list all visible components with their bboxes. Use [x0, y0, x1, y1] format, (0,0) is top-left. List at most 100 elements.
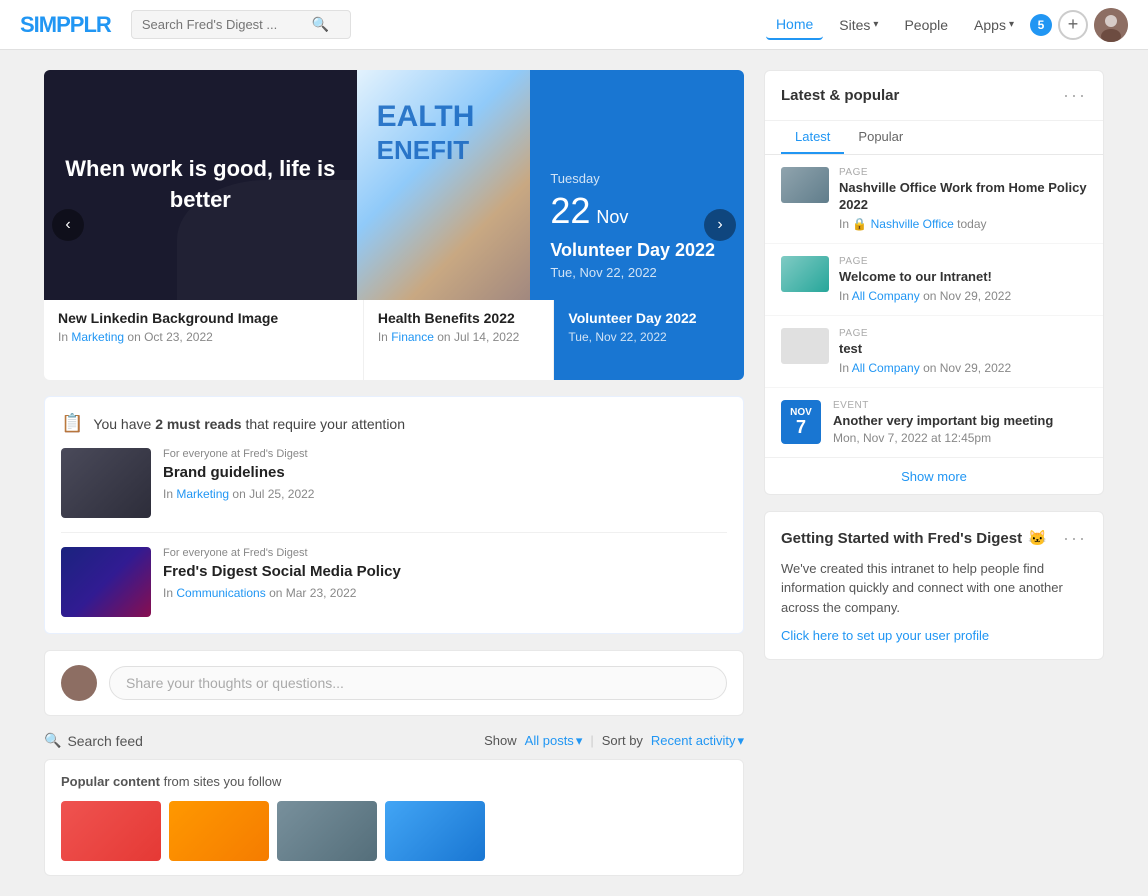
caption-3: Volunteer Day 2022 Tue, Nov 22, 2022: [554, 300, 744, 380]
user-avatar[interactable]: [1094, 8, 1128, 42]
nav-home[interactable]: Home: [766, 10, 823, 40]
nav-people[interactable]: People: [894, 11, 958, 39]
search-input[interactable]: [142, 17, 312, 32]
must-read-item: For everyone at Fred's Digest Brand guid…: [61, 448, 727, 533]
search-feed-title: 🔍 Search feed: [44, 732, 143, 749]
carousel-slides: When work is good, life is better EALTHE…: [44, 70, 744, 300]
latest-thumb-3: [781, 328, 829, 364]
slide3-caption-date: Tue, Nov 22, 2022: [568, 330, 730, 344]
latest-thumb-2: [781, 256, 829, 292]
slide3-caption-title: Volunteer Day 2022: [568, 310, 730, 326]
show-more-link[interactable]: Show more: [901, 469, 967, 484]
latest-tag-1: PAGE: [839, 167, 1087, 178]
latest-title-3[interactable]: test: [839, 341, 1087, 358]
nav-sites[interactable]: Sites ▾: [829, 11, 888, 39]
latest-info-2: PAGE Welcome to our Intranet! In All Com…: [839, 256, 1087, 303]
event-info: EVENT Another very important big meeting…: [833, 400, 1087, 445]
popular-thumb-2[interactable]: [169, 801, 269, 861]
share-avatar: [61, 665, 97, 701]
slide3-event-date: Tue, Nov 22, 2022: [550, 265, 656, 280]
carousel-prev-button[interactable]: ‹: [52, 209, 84, 241]
latest-thumb-1: [781, 167, 829, 203]
getting-started-header: Getting Started with Fred's Digest 🐱 ···: [781, 528, 1087, 549]
slide1-category[interactable]: Marketing: [71, 330, 124, 344]
carousel-slide-3: Tuesday 22 Nov Volunteer Day 2022 Tue, N…: [530, 70, 744, 300]
latest-title-2[interactable]: Welcome to our Intranet!: [839, 269, 1087, 286]
must-read-info-1: For everyone at Fred's Digest Brand guid…: [163, 448, 727, 518]
share-input[interactable]: Share your thoughts or questions...: [109, 666, 727, 700]
add-button[interactable]: +: [1058, 10, 1088, 40]
tab-latest[interactable]: Latest: [781, 121, 844, 154]
slide3-month: Nov: [596, 207, 628, 228]
notification-badge[interactable]: 5: [1030, 14, 1052, 36]
right-column: Latest & popular ··· Latest Popular PAGE…: [764, 70, 1104, 876]
event-date-badge: NOV 7: [781, 400, 821, 444]
popular-thumb-4[interactable]: [385, 801, 485, 861]
slide1-caption-title: New Linkedin Background Image: [58, 310, 349, 326]
search-icon: 🔍: [312, 16, 329, 33]
getting-started-panel: Getting Started with Fred's Digest 🐱 ···…: [764, 511, 1104, 661]
setup-profile-link[interactable]: Click here to set up your user profile: [781, 628, 989, 643]
slide3-day-label: Tuesday: [550, 171, 599, 186]
latest-item-2: PAGE Welcome to our Intranet! In All Com…: [765, 244, 1103, 316]
getting-started-menu[interactable]: ···: [1063, 528, 1087, 549]
latest-meta-3: In All Company on Nov 29, 2022: [839, 361, 1087, 375]
search-feed-icon: 🔍: [44, 732, 61, 749]
chevron-down-icon-sort: ▾: [737, 733, 744, 749]
must-read-category-2[interactable]: Communications: [176, 586, 265, 600]
must-read-info-2: For everyone at Fred's Digest Fred's Dig…: [163, 547, 727, 617]
getting-started-title: Getting Started with Fred's Digest 🐱: [781, 529, 1047, 547]
must-read-meta-2: In Communications on Mar 23, 2022: [163, 586, 727, 600]
latest-title-1[interactable]: Nashville Office Work from Home Policy 2…: [839, 180, 1087, 214]
cat-emoji: 🐱: [1028, 529, 1047, 547]
sort-filter[interactable]: Recent activity ▾: [651, 733, 744, 749]
caption-2: Health Benefits 2022 In Finance on Jul 1…: [364, 300, 555, 380]
all-posts-filter[interactable]: All posts ▾: [525, 733, 583, 749]
popular-content-section: Popular content from sites you follow: [44, 759, 744, 876]
must-read-category-1[interactable]: Marketing: [176, 487, 229, 501]
latest-meta-1: In 🔒 Nashville Office today: [839, 217, 1087, 231]
carousel-next-button[interactable]: ›: [704, 209, 736, 241]
carousel-slide-2: EALTHENEFIT: [357, 70, 531, 300]
must-read-for-1: For everyone at Fred's Digest: [163, 448, 727, 460]
must-read-title-1[interactable]: Brand guidelines: [163, 464, 727, 481]
latest-popular-menu[interactable]: ···: [1063, 85, 1087, 106]
logo-text-1: SIM: [20, 12, 56, 37]
search-bar: 🔍: [131, 10, 351, 39]
slide2-caption-title: Health Benefits 2022: [378, 310, 540, 326]
latest-item-3: PAGE test In All Company on Nov 29, 2022: [765, 316, 1103, 388]
latest-popular-panel: Latest & popular ··· Latest Popular PAGE…: [764, 70, 1104, 495]
navbar: SIMPPLR 🔍 Home Sites ▾ People Apps ▾ 5 +: [0, 0, 1148, 50]
must-read-title-2[interactable]: Fred's Digest Social Media Policy: [163, 563, 727, 580]
show-more: Show more: [765, 457, 1103, 494]
latest-tag-2: PAGE: [839, 256, 1087, 267]
must-read-date-1: Jul 25, 2022: [249, 487, 314, 501]
latest-tag-3: PAGE: [839, 328, 1087, 339]
nav-links: Home Sites ▾ People Apps ▾ 5 +: [766, 8, 1128, 42]
event-tag: EVENT: [833, 400, 1087, 411]
popular-thumb-3[interactable]: [277, 801, 377, 861]
latest-popular-header: Latest & popular ···: [765, 71, 1103, 121]
latest-location-2[interactable]: All Company: [852, 289, 920, 303]
must-reads-header: 📋 You have 2 must reads that require you…: [61, 413, 727, 434]
slide1-date: Oct 23, 2022: [144, 330, 213, 344]
tab-popular[interactable]: Popular: [844, 121, 917, 154]
main-container: When work is good, life is better EALTHE…: [24, 50, 1124, 896]
latest-location-1[interactable]: Nashville Office: [871, 217, 954, 231]
must-reads-header-text: You have 2 must reads that require your …: [93, 416, 405, 432]
carousel: When work is good, life is better EALTHE…: [44, 70, 744, 380]
popular-thumbs: [61, 801, 727, 861]
slide2-date: Jul 14, 2022: [454, 330, 519, 344]
slide3-event-title: Volunteer Day 2022: [550, 240, 715, 261]
slide2-category[interactable]: Finance: [391, 330, 434, 344]
latest-location-3[interactable]: All Company: [852, 361, 920, 375]
logo[interactable]: SIMPPLR: [20, 12, 111, 38]
must-read-thumb-2: [61, 547, 151, 617]
event-title[interactable]: Another very important big meeting: [833, 413, 1087, 428]
latest-info-3: PAGE test In All Company on Nov 29, 2022: [839, 328, 1087, 375]
event-day: 7: [796, 418, 806, 436]
must-reads-count: 2 must reads: [155, 416, 241, 432]
must-read-for-2: For everyone at Fred's Digest: [163, 547, 727, 559]
nav-apps[interactable]: Apps ▾: [964, 11, 1024, 39]
popular-thumb-1[interactable]: [61, 801, 161, 861]
